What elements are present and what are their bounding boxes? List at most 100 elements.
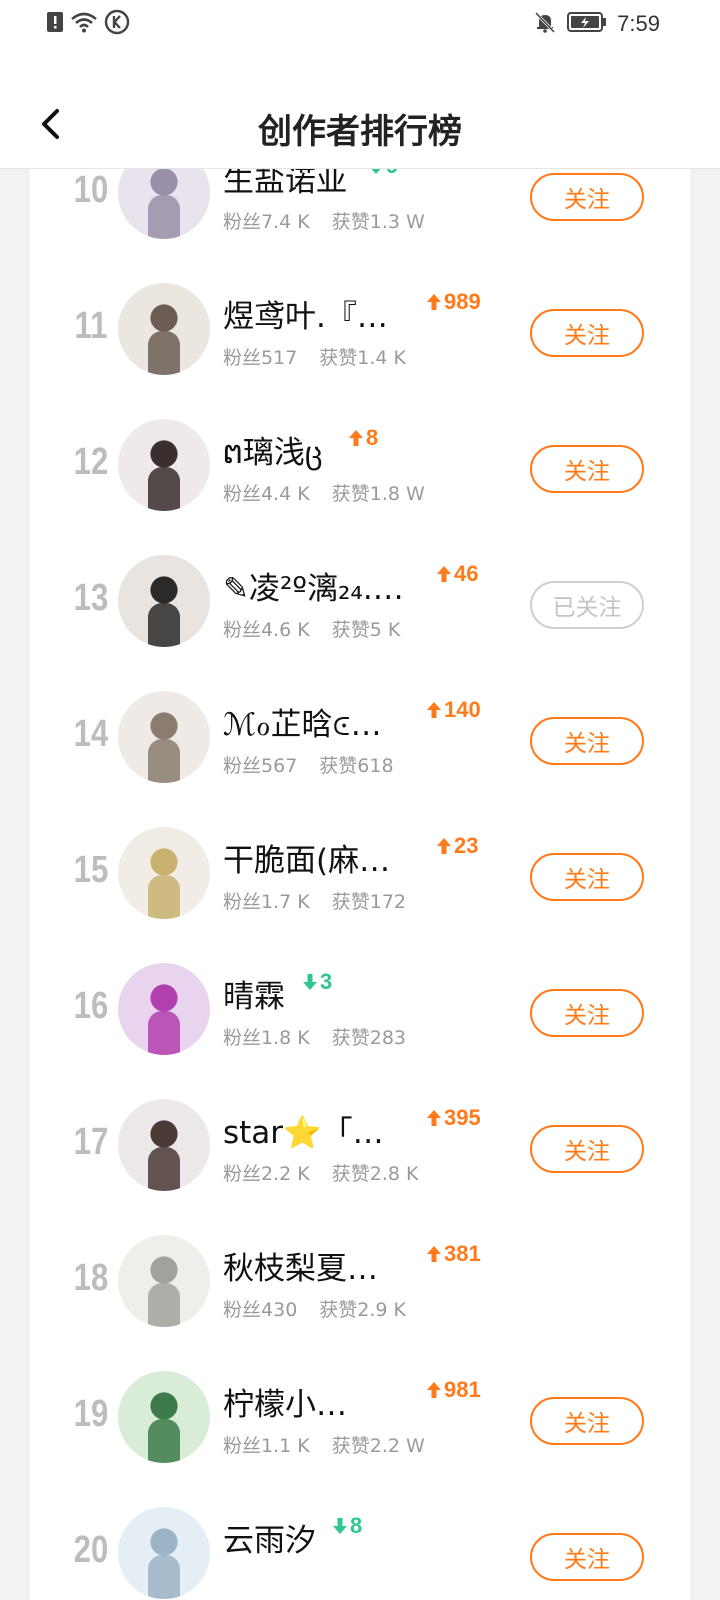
avatar[interactable] bbox=[118, 169, 210, 239]
likes-label: 获赞 bbox=[331, 1027, 370, 1049]
rank-change: 381 bbox=[426, 1241, 481, 1267]
creator-row[interactable]: 10 生盐诺亚 9 粉丝7.4 K 获赞1.3 W 关注 bbox=[30, 169, 690, 261]
ranking-content[interactable]: 10 生盐诺亚 9 粉丝7.4 K获赞1.3 W 关注 11 煜鸢叶.『… 989 粉丝517获… bbox=[0, 169, 720, 1600]
rank-number: 16 bbox=[73, 985, 109, 1027]
bell-off-icon bbox=[533, 10, 557, 38]
fans-label: 粉丝 bbox=[223, 211, 262, 233]
page-title: 创作者排行榜 bbox=[258, 112, 462, 152]
header: 创作者排行榜 bbox=[0, 90, 720, 169]
creator-stats: 粉丝1.7 K 获赞172 bbox=[223, 887, 406, 914]
rank-change: 9 bbox=[368, 169, 398, 179]
creator-row[interactable]: 12 ຕ璃浅ც 8 粉丝4.4 K 获赞1.8 W 关注 bbox=[30, 397, 690, 533]
creator-stats: 粉丝7.4 K 获赞1.3 W bbox=[223, 207, 425, 234]
rank-number: 13 bbox=[73, 577, 109, 619]
status-right-icons: 7:59 bbox=[533, 10, 660, 38]
creator-row[interactable]: 20 云雨汐 8 关注 bbox=[30, 1485, 690, 1600]
follow-button[interactable]: 关注 bbox=[530, 853, 644, 901]
avatar[interactable] bbox=[118, 1371, 210, 1463]
creator-name[interactable]: 晴霖 bbox=[223, 971, 285, 1016]
creator-name[interactable]: ✎凌²º漓₂₄.… bbox=[223, 563, 404, 608]
creator-name[interactable]: 秋枝梨夏… bbox=[223, 1243, 378, 1288]
fans-label: 粉丝 bbox=[223, 1163, 262, 1185]
creator-stats: 粉丝1.1 K 获赞2.2 W bbox=[223, 1431, 425, 1458]
arrow-down-icon bbox=[371, 169, 381, 174]
rank-change-value: 989 bbox=[444, 289, 481, 314]
avatar[interactable] bbox=[118, 827, 210, 919]
avatar[interactable] bbox=[118, 419, 210, 511]
avatar[interactable] bbox=[118, 283, 210, 375]
rank-change: 395 bbox=[426, 1105, 481, 1131]
rank-change-value: 8 bbox=[350, 1513, 363, 1538]
creator-name[interactable]: star⭐「… bbox=[223, 1107, 384, 1152]
avatar[interactable] bbox=[118, 555, 210, 647]
follow-button[interactable]: 关注 bbox=[530, 989, 644, 1037]
creator-stats: 粉丝517 获赞1.4 K bbox=[223, 343, 406, 370]
fans-label: 粉丝 bbox=[223, 891, 262, 913]
follow-button[interactable]: 关注 bbox=[530, 173, 644, 221]
creator-row[interactable]: 11 煜鸢叶.『… 989 粉丝517 获赞1.4 K 关注 bbox=[30, 261, 690, 397]
arrow-up-icon bbox=[427, 1110, 441, 1126]
creator-row[interactable]: 15 干脆面(麻… 23 粉丝1.7 K 获赞172 关注 bbox=[30, 805, 690, 941]
avatar[interactable] bbox=[118, 691, 210, 783]
creator-row[interactable]: 17 star⭐「… 395 粉丝2.2 K 获赞2.8 K 关注 bbox=[30, 1077, 690, 1213]
fans-count: 567 bbox=[261, 755, 298, 777]
arrow-up-icon bbox=[427, 1246, 441, 1262]
fans-count: 1.7 K bbox=[261, 891, 310, 913]
arrow-up-icon bbox=[427, 1382, 441, 1398]
likes-label: 获赞 bbox=[331, 1163, 370, 1185]
arrow-up-icon bbox=[427, 702, 441, 718]
followed-button[interactable]: 已关注 bbox=[530, 581, 644, 629]
avatar[interactable] bbox=[118, 1235, 210, 1327]
likes-count: 618 bbox=[357, 755, 394, 777]
rank-change-value: 23 bbox=[454, 833, 479, 858]
fans-label: 粉丝 bbox=[223, 1299, 262, 1321]
creator-name[interactable]: 云雨汐 bbox=[223, 1515, 316, 1560]
creator-name[interactable]: 柠檬小… bbox=[223, 1379, 347, 1424]
rank-change: 989 bbox=[426, 289, 481, 315]
rank-number: 18 bbox=[73, 1257, 109, 1299]
avatar[interactable] bbox=[118, 1099, 210, 1191]
likes-count: 2.9 K bbox=[357, 1299, 407, 1321]
creator-name[interactable]: 生盐诺亚 bbox=[223, 169, 347, 200]
rank-number: 19 bbox=[73, 1393, 109, 1435]
follow-button[interactable]: 关注 bbox=[530, 445, 644, 493]
creator-name[interactable]: ℳℴ芷晗⪽… bbox=[223, 699, 382, 744]
rank-change: 3 bbox=[302, 969, 332, 995]
rank-change: 46 bbox=[436, 561, 478, 587]
follow-button[interactable]: 关注 bbox=[530, 1533, 644, 1581]
likes-label: 获赞 bbox=[331, 211, 370, 233]
likes-count: 2.8 K bbox=[369, 1163, 419, 1185]
likes-label: 获赞 bbox=[319, 347, 358, 369]
follow-button[interactable]: 关注 bbox=[530, 1397, 644, 1445]
fans-count: 4.6 K bbox=[261, 619, 310, 641]
creator-name[interactable]: 干脆面(麻… bbox=[223, 835, 390, 880]
status-bar: 7:59 bbox=[0, 0, 720, 48]
creator-row[interactable]: 18 秋枝梨夏… 381 粉丝430 获赞2.9 K bbox=[30, 1213, 690, 1349]
creator-row[interactable]: 16 晴霖 3 粉丝1.8 K 获赞283 关注 bbox=[30, 941, 690, 1077]
rank-change-value: 8 bbox=[366, 425, 379, 450]
fans-count: 430 bbox=[261, 1299, 298, 1321]
creator-row[interactable]: 14 ℳℴ芷晗⪽… 140 粉丝567 获赞618 关注 bbox=[30, 669, 690, 805]
creator-stats: 粉丝567 获赞618 bbox=[223, 751, 394, 778]
creator-stats: 粉丝4.6 K 获赞5 K bbox=[223, 615, 400, 642]
likes-label: 获赞 bbox=[331, 891, 370, 913]
rank-number: 15 bbox=[73, 849, 109, 891]
follow-button[interactable]: 关注 bbox=[530, 309, 644, 357]
rank-number: 10 bbox=[73, 169, 109, 211]
rank-change-value: 981 bbox=[444, 1377, 481, 1402]
creator-name[interactable]: 煜鸢叶.『… bbox=[223, 291, 388, 336]
rank-change-value: 140 bbox=[444, 697, 481, 722]
creator-name[interactable]: ຕ璃浅ც bbox=[223, 427, 323, 472]
fans-label: 粉丝 bbox=[223, 1027, 262, 1049]
creator-row[interactable]: 13 ✎凌²º漓₂₄.… 46 粉丝4.6 K 获赞5 K 已关注 bbox=[30, 533, 690, 669]
likes-label: 获赞 bbox=[319, 1299, 358, 1321]
rank-change-value: 9 bbox=[386, 169, 398, 179]
likes-count: 1.4 K bbox=[357, 347, 407, 369]
ranking-card: 10 生盐诺亚 9 粉丝7.4 K获赞1.3 W 关注 11 煜鸢叶.『… 989 粉丝517获… bbox=[30, 169, 690, 1600]
follow-button[interactable]: 关注 bbox=[530, 717, 644, 765]
creator-row[interactable]: 19 柠檬小… 981 粉丝1.1 K 获赞2.2 W 关注 bbox=[30, 1349, 690, 1485]
avatar[interactable] bbox=[118, 963, 210, 1055]
follow-button[interactable]: 关注 bbox=[530, 1125, 644, 1173]
rank-number: 11 bbox=[74, 305, 108, 347]
avatar[interactable] bbox=[118, 1507, 210, 1599]
